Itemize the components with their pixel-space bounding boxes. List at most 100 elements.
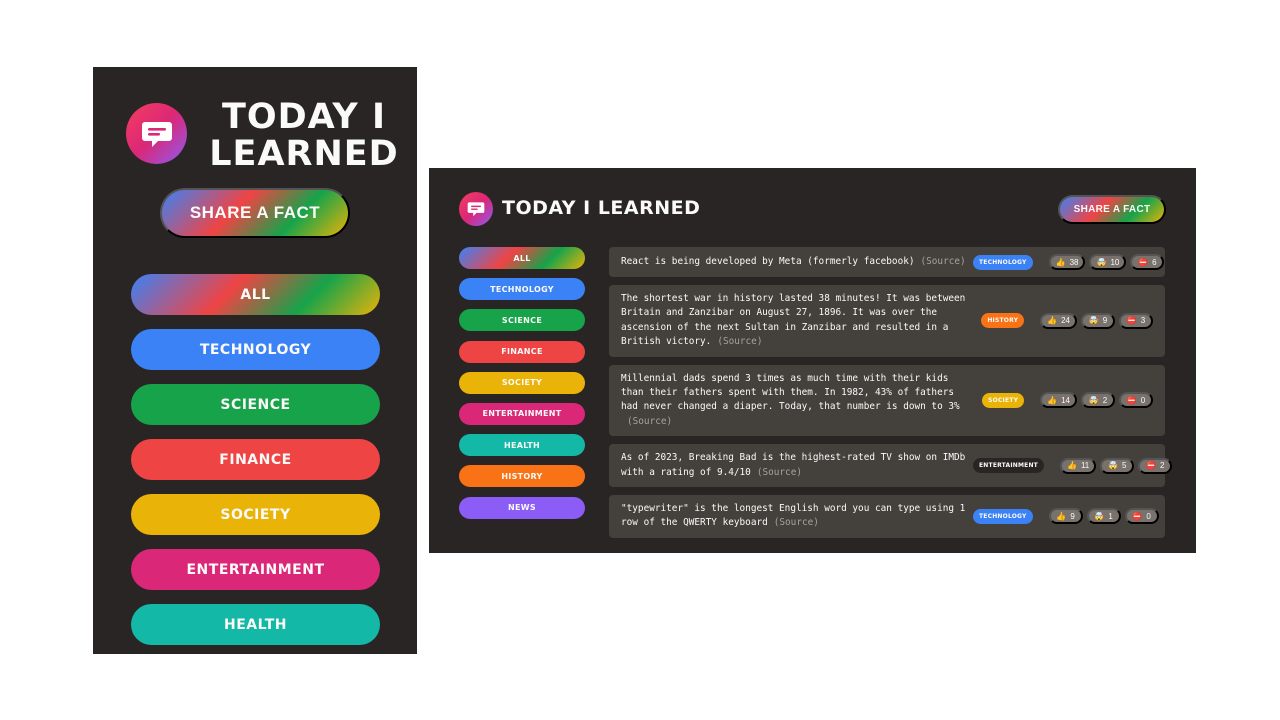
vote-count: 9 — [1070, 511, 1075, 521]
vote-mindblowing-button[interactable]: 🤯 5 — [1100, 457, 1135, 474]
vote-interesting-button[interactable]: 👍 24 — [1040, 312, 1077, 329]
thumbs-up-icon: 👍 — [1056, 511, 1067, 521]
category-finance-button[interactable]: finance — [131, 439, 380, 480]
vote-interesting-button[interactable]: 👍 9 — [1048, 508, 1083, 525]
no-entry-icon: ⛔ — [1146, 461, 1157, 471]
category-label: finance — [501, 347, 543, 357]
vote-buttons: 👍 24 🤯 9 ⛔ 3 — [1036, 312, 1153, 329]
source-link[interactable]: (Source) — [717, 336, 762, 347]
category-label: entertainment — [482, 409, 562, 419]
category-news-button[interactable]: news — [459, 496, 585, 519]
category-tag: technology — [973, 508, 1033, 524]
category-entertainment-button[interactable]: entertainment — [131, 549, 380, 590]
category-label: All — [240, 286, 271, 303]
fact-item: Millennial dads spend 3 times as much ti… — [609, 364, 1165, 437]
no-entry-icon: ⛔ — [1132, 511, 1143, 521]
vote-count: 3 — [1140, 316, 1146, 326]
category-label: science — [501, 315, 543, 325]
category-entertainment-button[interactable]: entertainment — [459, 402, 585, 425]
category-society-button[interactable]: society — [459, 371, 585, 394]
source-link[interactable]: (Source) — [921, 256, 966, 267]
category-finance-button[interactable]: finance — [459, 340, 585, 363]
fact-text: Millennial dads spend 3 times as much ti… — [621, 372, 973, 430]
category-all-button[interactable]: All — [459, 247, 585, 269]
vote-count: 2 — [1160, 461, 1165, 471]
category-label: science — [220, 396, 291, 413]
vote-count: 1 — [1108, 511, 1113, 521]
category-label: society — [220, 506, 291, 523]
mind-blown-icon: 🤯 — [1094, 511, 1105, 521]
fact-body: Millennial dads spend 3 times as much ti… — [621, 372, 960, 413]
vote-interesting-button[interactable]: 👍 14 — [1040, 392, 1077, 409]
vote-interesting-button[interactable]: 👍 11 — [1059, 457, 1097, 474]
vote-count: 2 — [1102, 395, 1108, 405]
vote-false-button[interactable]: ⛔ 3 — [1119, 312, 1153, 329]
vote-count: 38 — [1069, 257, 1079, 267]
vote-mindblowing-button[interactable]: 🤯 1 — [1086, 508, 1121, 525]
category-technology-button[interactable]: technology — [459, 278, 585, 301]
mind-blown-icon: 🤯 — [1088, 316, 1099, 326]
fact-text: As of 2023, Breaking Bad is the highest-… — [621, 451, 973, 480]
category-tag: society — [982, 392, 1025, 408]
source-link[interactable]: (Source) — [627, 416, 672, 427]
vote-false-button[interactable]: ⛔ 6 — [1130, 254, 1165, 270]
vote-buttons: 👍 9 🤯 1 ⛔ 0 — [1045, 508, 1159, 525]
category-label: news — [508, 503, 536, 512]
mind-blown-icon: 🤯 — [1088, 395, 1099, 405]
thumbs-up-icon: 👍 — [1047, 316, 1058, 326]
fact-item: "typewriter" is the longest English word… — [609, 495, 1165, 538]
thumbs-up-icon: 👍 — [1047, 395, 1058, 405]
vote-mindblowing-button[interactable]: 🤯 9 — [1081, 312, 1115, 329]
vote-mindblowing-button[interactable]: 🤯 10 — [1089, 254, 1127, 270]
fact-item: As of 2023, Breaking Bad is the highest-… — [609, 444, 1173, 488]
source-link[interactable]: (Source) — [774, 517, 819, 528]
category-label: technology — [199, 341, 312, 358]
category-science-button[interactable]: science — [459, 309, 585, 332]
thumbs-up-icon: 👍 — [1066, 461, 1077, 471]
vote-count: 9 — [1102, 316, 1108, 326]
vote-buttons: 👍 38 🤯 10 ⛔ 6 — [1045, 254, 1165, 270]
fact-text: "typewriter" is the longest English word… — [621, 502, 973, 531]
share-fact-button[interactable]: Share a fact — [160, 188, 350, 238]
mind-blown-icon: 🤯 — [1108, 461, 1119, 471]
vote-false-button[interactable]: ⛔ 0 — [1124, 508, 1159, 525]
category-health-button[interactable]: health — [459, 434, 585, 457]
category-society-button[interactable]: society — [131, 494, 380, 535]
vote-buttons: 👍 11 🤯 5 ⛔ 2 — [1056, 457, 1173, 474]
vote-false-button[interactable]: ⛔ 0 — [1119, 392, 1153, 409]
source-link[interactable]: (Source) — [757, 467, 802, 478]
vote-mindblowing-button[interactable]: 🤯 2 — [1081, 392, 1115, 409]
vote-false-button[interactable]: ⛔ 2 — [1138, 457, 1173, 474]
category-label: All — [513, 253, 531, 263]
category-all-button[interactable]: All — [131, 274, 380, 315]
fact-text: The shortest war in history lasted 38 mi… — [621, 292, 973, 350]
fact-body: React is being developed by Meta (former… — [621, 255, 915, 267]
chat-bubble-icon — [459, 192, 493, 226]
category-history-button[interactable]: history — [459, 465, 585, 488]
share-fact-button[interactable]: Share a fact — [1058, 195, 1166, 224]
vote-count: 24 — [1061, 316, 1070, 326]
app-title: Today I Learned — [209, 97, 399, 174]
vote-count: 14 — [1061, 395, 1070, 405]
category-health-button[interactable]: health — [131, 604, 380, 645]
vote-count: 11 — [1080, 461, 1090, 471]
category-technology-button[interactable]: technology — [131, 329, 380, 370]
fact-body: The shortest war in history lasted 38 mi… — [621, 293, 966, 348]
mind-blown-icon: 🤯 — [1096, 257, 1107, 267]
fact-list: React is being developed by Meta (former… — [609, 247, 1173, 546]
vote-count: 5 — [1122, 461, 1127, 471]
vote-count: 0 — [1146, 511, 1151, 521]
category-science-button[interactable]: science — [131, 384, 380, 425]
category-list: All technology science finance society e… — [131, 274, 380, 654]
no-entry-icon: ⛔ — [1126, 395, 1137, 405]
no-entry-icon: ⛔ — [1138, 257, 1149, 267]
category-tag: history — [981, 313, 1025, 329]
vote-interesting-button[interactable]: 👍 38 — [1048, 254, 1086, 270]
category-tag: entertainment — [973, 458, 1044, 474]
category-label: history — [501, 471, 543, 481]
thumbs-up-icon: 👍 — [1055, 257, 1066, 267]
category-label: health — [224, 616, 287, 633]
app-title: Today I Learned — [502, 197, 701, 219]
category-label: entertainment — [186, 561, 325, 578]
fact-item: The shortest war in history lasted 38 mi… — [609, 285, 1165, 357]
